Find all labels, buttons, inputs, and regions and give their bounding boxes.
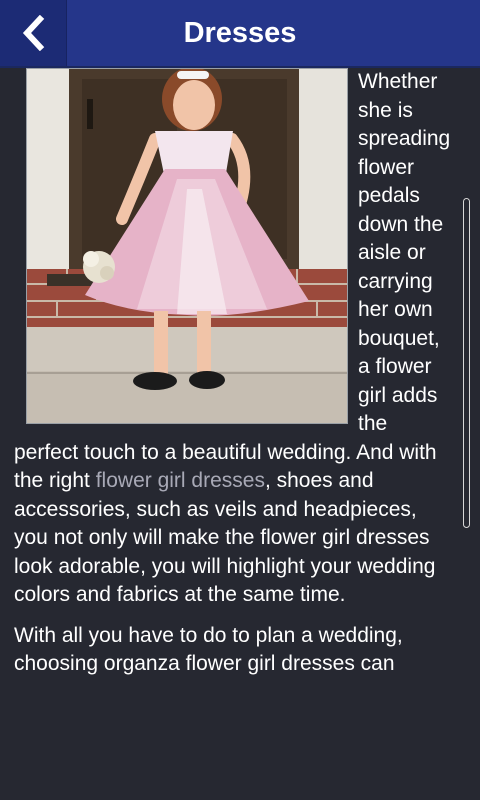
article-paragraph-2: With all you have to do to plan a weddin… — [14, 623, 403, 676]
scrollbar[interactable] — [463, 198, 470, 528]
flower-girl-photo — [26, 68, 348, 424]
back-button[interactable] — [0, 0, 67, 66]
page-title: Dresses — [183, 17, 297, 49]
chevron-left-icon — [18, 15, 48, 51]
article-body: Whether she is spreading flower pedals d… — [14, 68, 456, 679]
article-content[interactable]: Whether she is spreading flower pedals d… — [14, 68, 456, 800]
flower-girl-dresses-link[interactable]: flower girl dresses — [96, 469, 265, 492]
app-header: Dresses — [0, 0, 480, 68]
